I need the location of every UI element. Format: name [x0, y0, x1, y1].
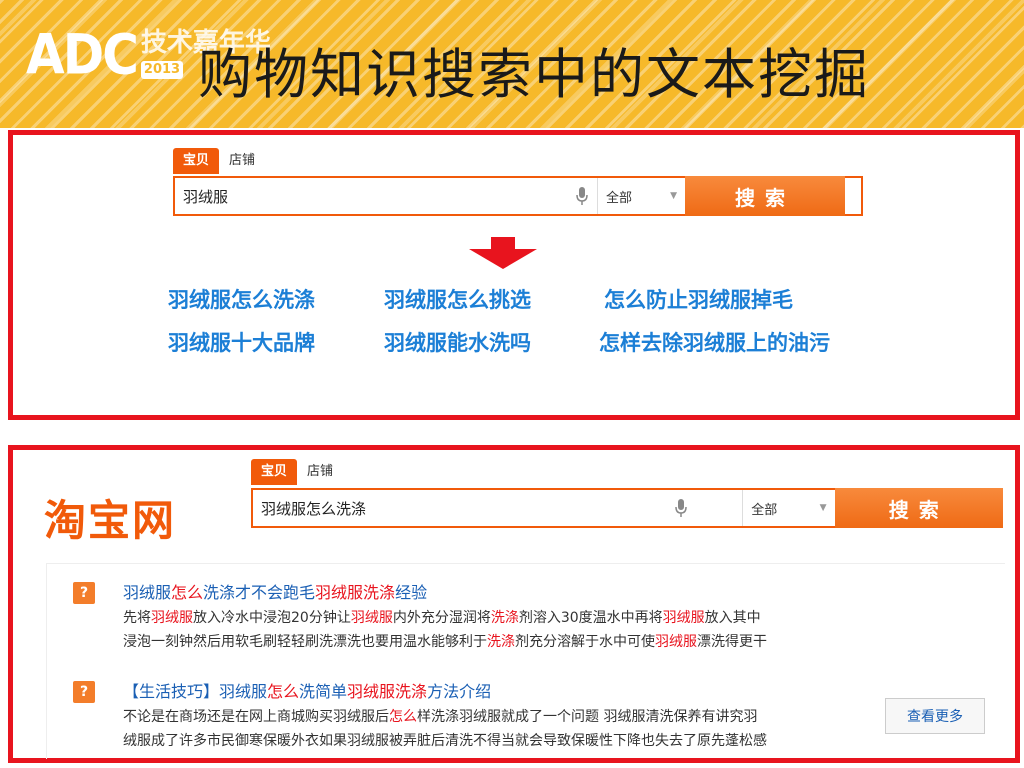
arrow-down-icon	[469, 237, 537, 269]
suggestion-item[interactable]: 怎样去除羽绒服上的油污	[599, 326, 830, 360]
search2-tabs: 宝贝 店铺	[251, 459, 343, 485]
qa-results-list: ? 羽绒服怎么洗涤才不会跑毛羽绒服洗涤经验 先将羽绒服放入冷水中浸泡20分钟让羽…	[46, 563, 1005, 759]
chevron-down-icon: ▼	[819, 503, 827, 513]
question-icon: ?	[73, 681, 95, 703]
view-more-button[interactable]: 查看更多	[885, 698, 985, 734]
tab-dianpu[interactable]: 店铺	[219, 148, 265, 174]
header-banner: ADC 技术嘉年华 2013 购物知识搜索中的文本挖掘	[0, 0, 1024, 128]
question-icon: ?	[73, 582, 95, 604]
result-title-link[interactable]: 羽绒服怎么洗涤才不会跑毛羽绒服洗涤经验	[123, 579, 427, 603]
search1-bar: 全部▼ 搜索	[173, 176, 863, 216]
chevron-down-icon: ▼	[670, 191, 677, 201]
slide-title: 购物知识搜索中的文本挖掘	[198, 43, 870, 106]
taobao-logo[interactable]: 淘宝网	[44, 487, 176, 548]
suggestion-item[interactable]: 羽绒服十大品牌	[168, 326, 384, 360]
search2-scope-select[interactable]: 全部 ▼	[742, 490, 834, 526]
suggestion-row-1: 羽绒服怎么洗涤 羽绒服怎么挑选 怎么防止羽绒服掉毛	[168, 283, 793, 317]
search2-button[interactable]: 搜索	[834, 488, 1004, 528]
search1-button[interactable]: 搜索	[685, 176, 845, 216]
suggestion-item[interactable]: 羽绒服能水洗吗	[384, 326, 599, 360]
result-snippet: 浸泡一刻钟然后用软毛刷轻轻刷洗漂洗也要用温水能够利于洗涤剂充分溶解于水中可使羽绒…	[123, 634, 767, 650]
search1-scope-select[interactable]: 全部 ▼	[597, 178, 685, 214]
result-snippet: 不论是在商场还是在网上商城购买羽绒服后怎么样洗涤羽绒服就成了一个问题 羽绒服清洗…	[123, 709, 758, 725]
microphone-icon[interactable]	[567, 178, 597, 214]
result-snippet: 先将羽绒服放入冷水中浸泡20分钟让羽绒服内外充分湿润将洗涤剂溶入30度温水中再将…	[123, 610, 761, 626]
suggestion-item[interactable]: 羽绒服怎么洗涤	[168, 283, 384, 317]
suggestion-demo-frame	[8, 130, 1020, 420]
search1-tabs: 宝贝 店铺	[173, 148, 265, 174]
tab-baobei[interactable]: 宝贝	[251, 459, 298, 485]
tab-dianpu[interactable]: 店铺	[297, 459, 343, 485]
logo-adc-text: ADC	[26, 23, 139, 87]
search1-input[interactable]	[175, 178, 567, 214]
logo-year: 2013	[140, 60, 184, 79]
suggestion-item[interactable]: 羽绒服怎么挑选	[384, 283, 604, 317]
result-snippet: 绒服成了许多市民御寒保暖外衣如果羽绒服被弄脏后清洗不得当就会导致保暖性下降也失去…	[123, 733, 767, 749]
microphone-icon[interactable]	[619, 490, 742, 526]
tab-baobei[interactable]: 宝贝	[173, 148, 220, 174]
search2-bar: 全部▼ 搜索	[251, 488, 1004, 528]
result-title-link[interactable]: 【生活技巧】羽绒服怎么洗简单羽绒服洗涤方法介绍	[123, 678, 491, 702]
suggestion-row-2: 羽绒服十大品牌 羽绒服能水洗吗 怎样去除羽绒服上的油污	[168, 326, 830, 360]
search2-input[interactable]	[253, 490, 620, 526]
suggestion-item[interactable]: 怎么防止羽绒服掉毛	[604, 283, 793, 317]
